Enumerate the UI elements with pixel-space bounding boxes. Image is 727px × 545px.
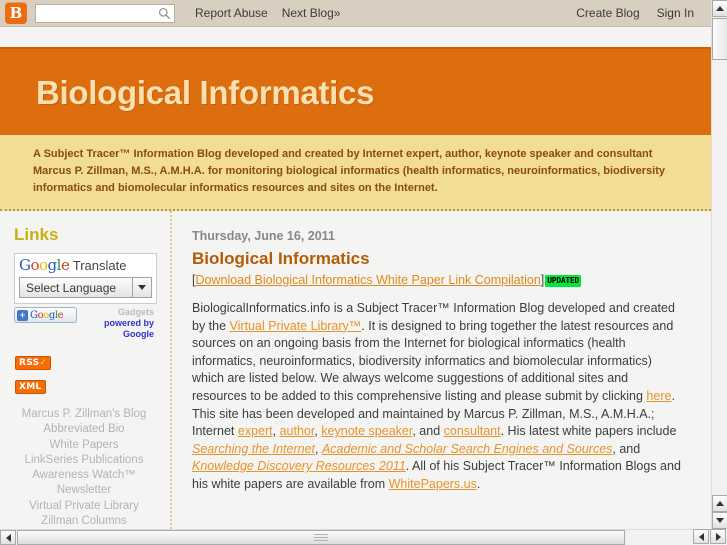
google-translate-gadget: Google Translate Select Language [14,253,157,304]
google-logo-o1: o [30,256,40,274]
body-link-15[interactable]: Academic and Scholar Search Engines and … [322,442,612,456]
post-title: Biological Informatics [192,249,370,268]
page-top-gap [0,28,711,47]
triangle-down-icon [716,518,724,523]
rss-tick-icon: ✓ [39,358,48,368]
rss-feed-icon[interactable]: RSS✓ [15,356,52,370]
google-logo-e: e [60,256,70,274]
chevron-down-icon [138,285,146,290]
blog-columns: Links Google Translate Select Language +… [0,211,711,545]
nav-link-sign-in[interactable]: Sign In [657,6,694,20]
body-link-19[interactable]: WhitePapers.us [389,477,477,491]
browser-viewport: B Report Abuse Next Blog» Create Blog Si… [0,0,727,545]
vertical-scrollbar[interactable] [711,0,727,529]
download-line: [Download Biological Informatics White P… [192,272,685,288]
nav-link-report-abuse[interactable]: Report Abuse [195,6,268,20]
main-content: Thursday, June 16, 2011 Biological Infor… [172,211,711,545]
scroll-grip [314,534,328,542]
sidebar-item-white-papers[interactable]: White Papers [12,438,156,453]
sidebar-item-abbreviated-bio[interactable]: Abbreviated Bio [12,422,156,437]
add-to-google-label: Google [30,309,64,321]
scroll-up-button-bottom[interactable] [712,495,727,512]
vertical-scroll-thumb[interactable] [712,18,727,60]
body-link-5[interactable]: expert [238,424,273,438]
blog-outer-wrapper: Biological Informatics A Subject Tracer™… [0,47,711,545]
blogger-b-icon[interactable]: B [5,2,27,24]
gadget-credit: Gadgets powered by Google [82,307,154,340]
scroll-left-button-right[interactable] [693,529,709,544]
google-logo: Google [19,256,70,274]
gadget-credit-grey: Gadgets [117,307,154,317]
language-select[interactable]: Select Language [19,277,152,298]
body-link-1[interactable]: Virtual Private Library™ [230,319,362,333]
sidebar-item-awareness-watch[interactable]: Awareness Watch™ [12,468,156,483]
blogger-navbar: B Report Abuse Next Blog» Create Blog Si… [0,0,711,27]
triangle-up-icon [716,501,724,506]
language-select-arrow[interactable] [132,278,151,297]
sidebar-item-virtual-private-library[interactable]: Virtual Private Library [12,499,156,514]
triangle-left-icon [5,533,11,542]
google-logo-o2: o [39,256,48,274]
sidebar-heading-links: Links [14,225,59,244]
body-link-17[interactable]: Knowledge Discovery Resources 2011 [192,459,406,473]
body-link-3[interactable]: here [646,389,671,403]
sidebar-link-list: Marcus P. Zillman's Blog Abbreviated Bio… [12,407,162,545]
blogger-logo-glyph: B [9,4,23,22]
google-translate-title: Google Translate [19,256,152,274]
body-link-11[interactable]: consultant [444,424,501,438]
status-badge: UPDATED [545,275,581,287]
body-link-13[interactable]: Searching the Internet [192,442,315,456]
body-link-9[interactable]: keynote speaker [321,424,412,438]
navbar-search-box[interactable] [35,3,175,23]
scroll-right-button[interactable] [710,529,726,544]
plus-icon: + [17,309,28,321]
gadget-footer: + Google Gadgets powered by Google [14,307,161,340]
page-title: Biological Informatics [36,74,375,111]
gadget-credit-link[interactable]: powered by Google [104,318,154,339]
sidebar: Links Google Translate Select Language +… [0,211,172,545]
xml-feed-label: XML [19,382,42,392]
blog-description-band: A Subject Tracer™ Information Blog devel… [0,135,711,211]
triangle-up-icon [716,6,724,11]
scroll-down-button[interactable] [712,512,727,529]
sidebar-item-newsletter[interactable]: Newsletter [12,483,156,498]
nav-link-create-blog[interactable]: Create Blog [576,6,639,20]
sidebar-item-linkseries-publications[interactable]: LinkSeries Publications [12,453,156,468]
bracket-close: ] [540,273,545,287]
body-link-7[interactable]: author [280,424,315,438]
rss-feed-label: RSS [19,358,40,368]
triangle-right-icon [715,532,721,541]
scroll-left-button[interactable] [0,530,16,545]
sidebar-item-zillman-columns[interactable]: Zillman Columns [12,514,156,529]
blog-header-banner: Biological Informatics [0,47,711,135]
triangle-left-icon [698,532,704,541]
post-date: Thursday, June 16, 2011 [192,229,335,243]
xml-feed-icon[interactable]: XML [15,380,46,394]
add-to-google-button[interactable]: + Google [14,307,77,323]
sidebar-item-marcus-blog[interactable]: Marcus P. Zillman's Blog [12,407,156,422]
horizontal-scroll-thumb[interactable] [17,530,625,545]
translate-word: Translate [72,258,127,273]
google-logo-g2: g [47,256,58,274]
nav-link-next-blog[interactable]: Next Blog» [282,6,341,20]
scroll-up-button[interactable] [712,0,727,17]
search-icon [158,7,171,19]
post-body: BiologicalInformatics.info is a Subject … [192,301,681,491]
horizontal-scrollbar[interactable] [0,529,711,545]
language-select-value: Select Language [26,280,117,295]
download-white-paper-link[interactable]: Download Biological Informatics White Pa… [195,273,540,287]
google-logo-g1: G [19,256,31,274]
search-input[interactable] [36,6,154,23]
blog-description-text: A Subject Tracer™ Information Blog devel… [33,148,665,194]
